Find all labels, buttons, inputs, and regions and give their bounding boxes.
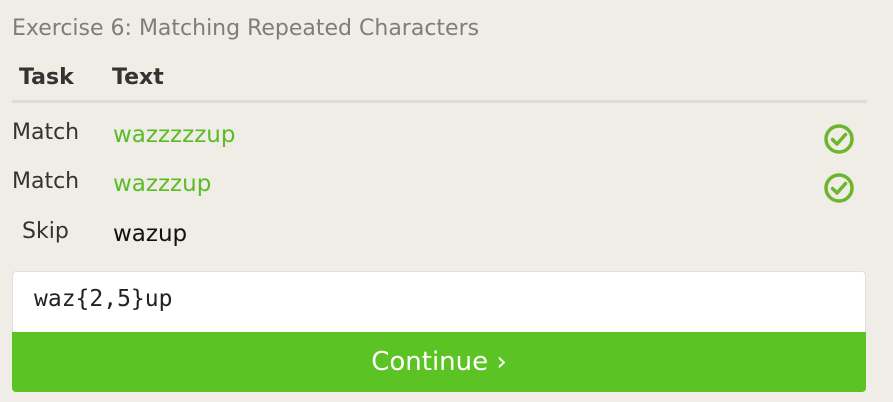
exercise-title: Exercise 6: Matching Repeated Characters: [12, 16, 480, 41]
task-text: wazzzzzup: [113, 122, 236, 148]
table-row: Match wazzzzzup: [12, 114, 867, 154]
task-label: Skip: [22, 219, 69, 244]
check-circle-icon: [824, 173, 854, 203]
text-column-header: Text: [112, 65, 164, 90]
task-text: wazup: [113, 221, 188, 247]
table-row: Match wazzzup: [12, 163, 867, 203]
answer-box: [12, 271, 866, 332]
task-text: wazzzup: [113, 171, 212, 197]
table-header: Task Text: [12, 62, 867, 103]
task-label: Match: [12, 169, 80, 194]
task-label: Match: [12, 120, 80, 145]
regex-input[interactable]: [34, 286, 834, 312]
table-row: Skip wazup: [12, 213, 867, 253]
continue-button[interactable]: Continue ›: [12, 332, 866, 392]
check-circle-icon: [824, 124, 854, 154]
exercise-panel: Exercise 6: Matching Repeated Characters…: [0, 0, 893, 402]
task-column-header: Task: [19, 65, 74, 90]
